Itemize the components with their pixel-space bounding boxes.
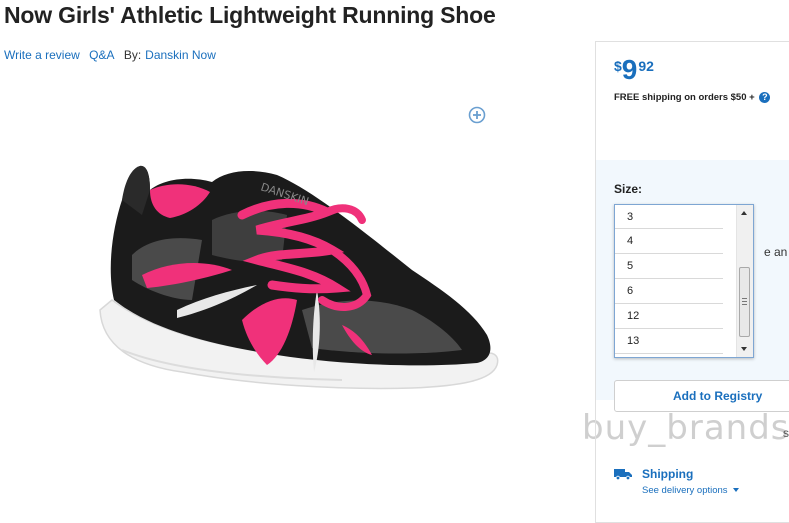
scroll-up-arrow-icon[interactable] [741, 211, 747, 215]
free-shipping-text: FREE shipping on orders $50 + [614, 92, 755, 104]
delivery-options-text: See delivery options [642, 485, 728, 496]
price-area: $992 FREE shipping on orders $50 + ? [596, 42, 789, 160]
scroll-thumb[interactable] [739, 267, 750, 337]
brand-link[interactable]: Danskin Now [145, 48, 216, 62]
size-dropdown-list[interactable]: 3 4 5 6 12 13 [614, 204, 754, 358]
price-cents: 92 [638, 58, 654, 74]
price-currency: $ [614, 58, 622, 74]
size-option-6[interactable]: 6 [615, 279, 723, 304]
size-option-13[interactable]: 13 [615, 329, 723, 354]
chevron-down-icon [732, 488, 739, 493]
product-title: Now Girls' Athletic Lightweight Running … [4, 2, 496, 28]
purchase-panel: $992 FREE shipping on orders $50 + ? Siz… [595, 41, 789, 523]
question-circle-icon[interactable]: ? [759, 92, 771, 103]
size-option-3[interactable]: 3 [615, 205, 723, 229]
write-review-link[interactable]: Write a review [4, 48, 80, 62]
zoom-plus-icon[interactable] [468, 106, 486, 124]
product-meta-row: Write a review Q&A By: Danskin Now [4, 48, 222, 62]
free-shipping-note: FREE shipping on orders $50 + ? [614, 92, 771, 104]
delivery-options-link[interactable]: See delivery options [642, 485, 739, 496]
price: $992 [614, 54, 654, 86]
product-image[interactable]: DANSKIN [92, 160, 502, 430]
scroll-grip [742, 298, 747, 299]
scroll-grip [742, 304, 747, 305]
shipping-label: Shipping [642, 467, 694, 481]
size-option-12[interactable]: 12 [615, 304, 723, 329]
size-option-4[interactable]: 4 [615, 229, 723, 254]
by-label: By: [123, 48, 142, 62]
qa-link[interactable]: Q&A [89, 48, 114, 62]
price-dollars: 9 [621, 54, 638, 85]
partially-hidden-text: e an o [764, 245, 789, 259]
truck-icon [614, 469, 632, 480]
scroll-down-arrow-icon[interactable] [741, 347, 747, 351]
add-to-registry-label: Add to Registry [673, 389, 763, 403]
size-label: Size: [614, 182, 643, 196]
scroll-grip [742, 301, 747, 302]
add-to-registry-button[interactable]: Add to Registry [614, 380, 789, 412]
size-option-5[interactable]: 5 [615, 254, 723, 279]
size-list-scrollbar[interactable] [736, 205, 753, 357]
